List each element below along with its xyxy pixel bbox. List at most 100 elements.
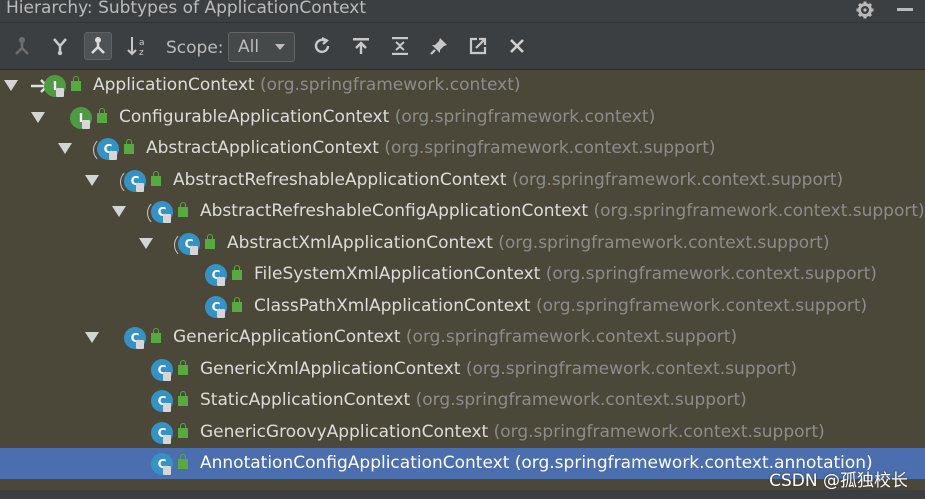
pin-button[interactable] (425, 32, 453, 60)
lock-icon (217, 277, 225, 286)
package-name: (org.springframework.context.support) (460, 359, 798, 379)
tree-row-text: AbstractRefreshableApplicationContext (o… (173, 169, 843, 191)
expand-all-button[interactable] (386, 32, 414, 60)
tree-row-text: AbstractRefreshableConfigApplicationCont… (200, 200, 925, 222)
gear-icon[interactable] (855, 0, 875, 20)
scroll-to-source-button[interactable] (347, 32, 375, 60)
package-name: (org.springframework.context.support) (540, 264, 877, 284)
tree-row[interactable]: C ClassPathXmlApplicationContext (org.spr… (0, 291, 925, 322)
tree-row[interactable]: C AbstractXmlApplicationContext (org.spri… (0, 228, 925, 259)
tree-row[interactable]: C FileSystemXmlApplicationContext (org.sp… (0, 259, 925, 290)
tree-row[interactable]: C GenericXmlApplicationContext (org.sprin… (0, 354, 925, 385)
class-name: AbstractXmlApplicationContext (227, 233, 493, 253)
lock-icon (217, 309, 225, 318)
lock-icon (163, 403, 171, 412)
class-name: StaticApplicationContext (200, 390, 411, 410)
class-name: ApplicationContext (93, 75, 255, 95)
tree-row-text: StaticApplicationContext (org.springfram… (200, 389, 747, 411)
public-visibility-icon (178, 423, 188, 438)
svg-text:z: z (139, 48, 144, 57)
package-name: (org.springframework.context) (389, 107, 656, 127)
public-visibility-icon (232, 265, 242, 280)
class-name: GenericGroovyApplicationContext (200, 422, 489, 442)
public-visibility-icon (178, 454, 188, 469)
tree-row[interactable]: C AbstractRefreshableConfigApplicationCon… (0, 196, 925, 227)
public-visibility-icon (205, 234, 215, 249)
tree-row[interactable]: C AbstractApplicationContext (org.springf… (0, 133, 925, 164)
tree-row[interactable]: C GenericGroovyApplicationContext (org.sp… (0, 417, 925, 448)
lock-icon (163, 466, 171, 475)
public-visibility-icon (71, 76, 81, 91)
public-visibility-icon (178, 202, 188, 217)
lock-icon (163, 435, 171, 444)
scope-label: Scope: (166, 38, 224, 58)
expand-all-icon (392, 37, 408, 55)
class-name: GenericApplicationContext (173, 327, 401, 347)
sort-alpha-icon: az (127, 37, 145, 57)
tree-row-text: GenericApplicationContext (org.springfra… (173, 326, 737, 348)
hierarchy-tree[interactable]: I ApplicationContext (org.springframework… (0, 70, 925, 490)
scope-value: All (238, 37, 260, 57)
class-name: ConfigurableApplicationContext (119, 107, 390, 127)
tree-row-text: ApplicationContext (org.springframework.… (93, 74, 521, 96)
subtypes-hierarchy-button[interactable] (46, 32, 74, 60)
public-visibility-icon (151, 171, 161, 186)
export-button[interactable] (464, 32, 492, 60)
watermark: CSDN @孤独校长 (769, 471, 908, 491)
tree-row[interactable]: I ConfigurableApplicationContext (org.spr… (0, 102, 925, 133)
expand-toggle-icon[interactable] (85, 332, 99, 343)
class-name: GenericXmlApplicationContext (200, 359, 461, 379)
supertypes-hierarchy-button[interactable] (8, 32, 36, 60)
close-button[interactable] (503, 32, 531, 60)
tree-row[interactable]: C StaticApplicationContext (org.springfra… (0, 385, 925, 416)
export-icon (469, 37, 487, 55)
public-visibility-icon (97, 108, 107, 123)
expand-toggle-icon[interactable] (85, 175, 99, 186)
chevron-down-icon (275, 44, 285, 50)
refresh-button[interactable] (308, 32, 336, 60)
tree-row[interactable]: C AbstractRefreshableApplicationContext (… (0, 165, 925, 196)
tree-row[interactable]: I ApplicationContext (org.springframework… (0, 70, 925, 101)
minimize-icon[interactable] (893, 0, 917, 20)
lock-icon (136, 340, 144, 349)
title-bar: Hierarchy: Subtypes of ApplicationContex… (0, 0, 925, 23)
package-name: (org.springframework.context.support) (530, 296, 868, 316)
class-name: ClassPathXmlApplicationContext (254, 296, 531, 316)
tree-row-text: FileSystemXmlApplicationContext (org.spr… (254, 263, 877, 285)
public-visibility-icon (178, 360, 188, 375)
public-visibility-icon (232, 297, 242, 312)
tree-row-text: GenericGroovyApplicationContext (org.spr… (200, 421, 825, 443)
pin-icon (430, 38, 447, 55)
class-name: AbstractRefreshableConfigApplicationCont… (200, 201, 589, 221)
package-name: (org.springframework.context.support) (378, 138, 716, 158)
expand-toggle-icon[interactable] (139, 238, 153, 249)
package-name: (org.springframework.context.support) (492, 233, 830, 253)
scope-dropdown[interactable]: All (228, 32, 295, 62)
expand-toggle-icon[interactable] (58, 143, 72, 154)
package-name: (org.springframework.context.support) (588, 201, 925, 221)
lock-icon (56, 88, 64, 97)
expand-toggle-icon[interactable] (112, 206, 126, 217)
lock-icon (163, 214, 171, 223)
tree-row-text: ConfigurableApplicationContext (org.spri… (119, 106, 655, 128)
class-name: FileSystemXmlApplicationContext (254, 264, 541, 284)
package-name: (org.springframework.context.support) (506, 170, 844, 190)
expand-toggle-icon[interactable] (31, 112, 45, 123)
refresh-icon (314, 37, 330, 54)
scroll-to-source-icon (353, 38, 369, 54)
sort-alphabetically-button[interactable]: az (124, 32, 152, 60)
close-icon (510, 39, 524, 53)
tree-row[interactable]: C GenericApplicationContext (org.springfr… (0, 322, 925, 353)
public-visibility-icon (124, 139, 134, 154)
expand-toggle-icon[interactable] (4, 80, 18, 91)
class-hierarchy-icon (91, 37, 105, 54)
package-name: (org.springframework.context.support) (410, 390, 747, 410)
lock-icon (163, 372, 171, 381)
class-hierarchy-button[interactable] (84, 32, 112, 60)
public-visibility-icon (151, 328, 161, 343)
toolbar: az Scope: All (0, 23, 925, 70)
package-name: (org.springframework.context) (254, 75, 521, 95)
tree-row-text: GenericXmlApplicationContext (org.spring… (200, 358, 797, 380)
lock-icon (109, 151, 117, 160)
bottom-strip (0, 490, 925, 499)
